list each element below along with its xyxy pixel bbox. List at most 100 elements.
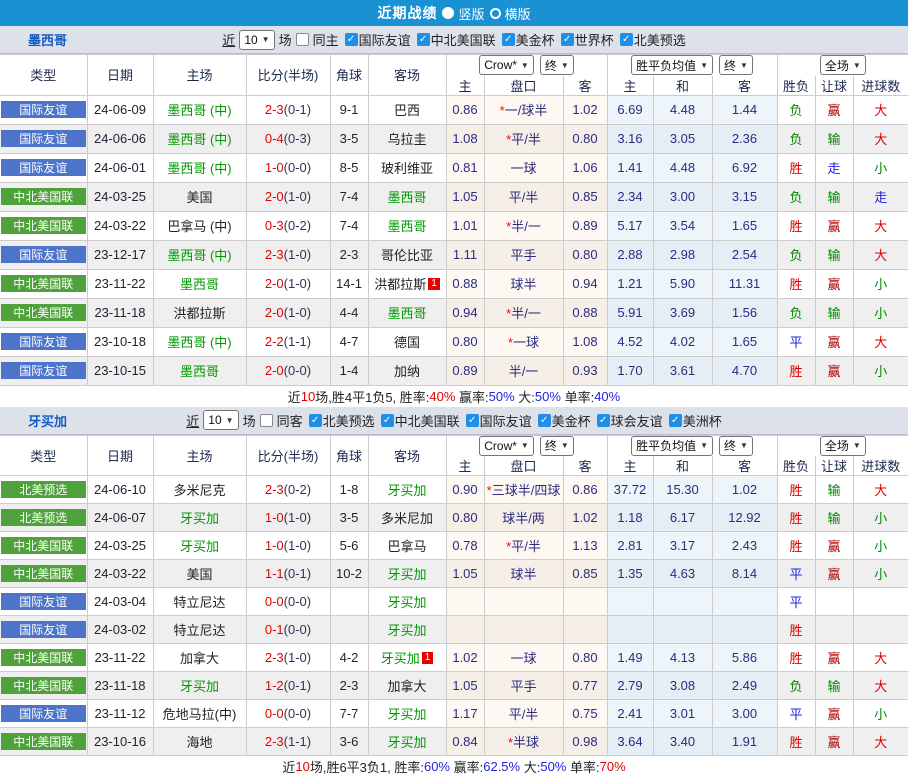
near-link[interactable]: 近 [186,411,199,430]
select-value: 胜平负均值 [636,437,696,454]
league-checkbox-2[interactable]: ✓ [466,414,479,427]
league-checkbox-0[interactable]: ✓ [345,33,358,46]
handicap-text: 半/一 [511,306,541,321]
stage-select-2[interactable]: 终▼ [719,55,753,75]
cell-date: 23-10-16 [87,728,153,756]
cell-home-odds: 0.84 [446,728,484,756]
home-team-name: 牙买加 [180,539,219,554]
scope-select[interactable]: 全场▼ [820,436,866,456]
league-checkbox-0[interactable]: ✓ [309,414,322,427]
topbar: 近期战绩 竖版 横版 [0,0,908,26]
league-checkbox-3[interactable]: ✓ [561,33,574,46]
result-group-header: 全场▼ [777,55,908,76]
cell-result-goals: 小 [853,504,908,532]
cell-result-handicap: 输 [815,240,853,269]
cell-score: 1-1(0-1) [246,560,330,588]
type-badge: 中北美国联 [1,565,86,582]
odds-header-0: 主 [446,456,484,476]
stage-select-2[interactable]: 终▼ [719,436,753,456]
league-checkbox-2[interactable]: ✓ [502,33,515,46]
select-value: Crow* [484,58,517,72]
cell-handicap: 一球 [484,644,563,672]
handicap-text: 半/一 [509,364,539,379]
bookmaker-select[interactable]: Crow*▼ [479,436,534,456]
league-checkbox-1[interactable]: ✓ [381,414,394,427]
wdl-avg-select[interactable]: 胜平负均值▼ [631,436,713,456]
league-filter: ✓世界杯 [561,30,614,49]
cell-handicap: 球半 [484,560,563,588]
league-checkbox-5[interactable]: ✓ [669,414,682,427]
table-row: 中北美国联24-03-25牙买加1-0(1-0)5-6巴拿马0.78*平/半1.… [0,532,908,560]
cell-home-team: 美国 [153,182,246,211]
cell-result-handicap: 赢 [815,95,853,124]
bookmaker-select[interactable]: Crow*▼ [479,55,534,75]
home-team-name: 加拿大 [180,651,219,666]
cell-result-goals [853,616,908,644]
cell-home-odds: 1.05 [446,182,484,211]
cell-result-handicap: 赢 [815,644,853,672]
stage-select[interactable]: 终▼ [540,436,574,456]
league-label: 美洲杯 [683,411,722,430]
games-count-select[interactable]: 10▼ [239,30,274,50]
games-count-select[interactable]: 10▼ [203,410,238,430]
cell-home-team: 墨西哥 [153,356,246,385]
type-badge: 国际友谊 [1,621,86,638]
stage-select[interactable]: 终▼ [540,55,574,75]
cell-lose-odds: 1.91 [712,728,777,756]
same-side-checkbox[interactable] [260,414,273,427]
table-row: 中北美国联24-03-22美国1-1(0-1)10-2牙买加1.05球半0.85… [0,560,908,588]
radio-horizontal-label: 横版 [505,4,531,23]
cell-handicap: *半/一 [484,298,563,327]
cell-away-team: 德国 [368,327,446,356]
home-team-name: 特立尼达 [173,623,225,638]
league-checkbox-4[interactable]: ✓ [620,33,633,46]
league-checkbox-4[interactable]: ✓ [597,414,610,427]
league-checkbox-3[interactable]: ✓ [538,414,551,427]
radio-vertical[interactable]: 竖版 [442,4,484,23]
radio-horizontal[interactable]: 横版 [490,4,531,23]
cell-draw-odds: 5.90 [653,269,712,298]
cell-result-handicap: 赢 [815,211,853,240]
cell-draw-odds [653,588,712,616]
same-side-checkbox[interactable] [296,33,309,46]
select-value: 全场 [825,437,849,454]
league-checkbox-1[interactable]: ✓ [417,33,430,46]
handicap-text: 一球 [510,651,536,666]
cell-handicap: *一/球半 [484,95,563,124]
wdl-avg-select[interactable]: 胜平负均值▼ [631,55,713,75]
odds-header-5: 客 [712,456,777,476]
fulltime-score: 2-0 [265,305,284,320]
away-team-name: 巴拿马 [387,539,426,554]
fulltime-score: 2-0 [265,189,284,204]
cell-draw-odds: 3.40 [653,728,712,756]
summary-segment: 50% [540,759,566,774]
cell-draw-odds: 3.08 [653,672,712,700]
cell-corner: 7-4 [330,211,368,240]
cell-result-handicap: 赢 [815,269,853,298]
cell-result-handicap: 走 [815,153,853,182]
cell-date: 24-03-22 [87,211,153,240]
cell-date: 23-10-15 [87,356,153,385]
cell-away-odds: 0.86 [563,476,607,504]
near-link[interactable]: 近 [222,30,235,49]
cell-win-odds: 2.41 [607,700,653,728]
home-team-name: 洪都拉斯 [173,306,225,321]
cell-win-odds: 37.72 [607,476,653,504]
cell-home-team: 巴拿马 (中) [153,211,246,240]
chevron-down-icon: ▼ [740,61,748,70]
cell-lose-odds: 3.15 [712,182,777,211]
cell-score: 0-1(0-0) [246,616,330,644]
scope-select[interactable]: 全场▼ [820,55,866,75]
type-badge: 中北美国联 [1,304,86,321]
chevron-down-icon: ▼ [853,61,861,70]
odds-header-1: 盘口 [484,456,563,476]
summary-line: 近10场,胜4平1负5, 胜率:40% 赢率:50% 大:50% 单率:40% [0,386,908,407]
cell-lose-odds: 4.70 [712,356,777,385]
away-team-name: 牙买加 [387,483,426,498]
cell-type: 国际友谊 [0,153,87,182]
filter-bar: 近10▼场同客✓北美预选✓中北美国联✓国际友谊✓美金杯✓球会友谊✓美洲杯 [186,410,721,430]
odds-header-0: 主 [446,76,484,96]
home-team-name: 美国 [186,567,212,582]
handicap-group-header: Crow*▼ 终▼ [446,435,607,456]
cell-date: 24-06-07 [87,504,153,532]
